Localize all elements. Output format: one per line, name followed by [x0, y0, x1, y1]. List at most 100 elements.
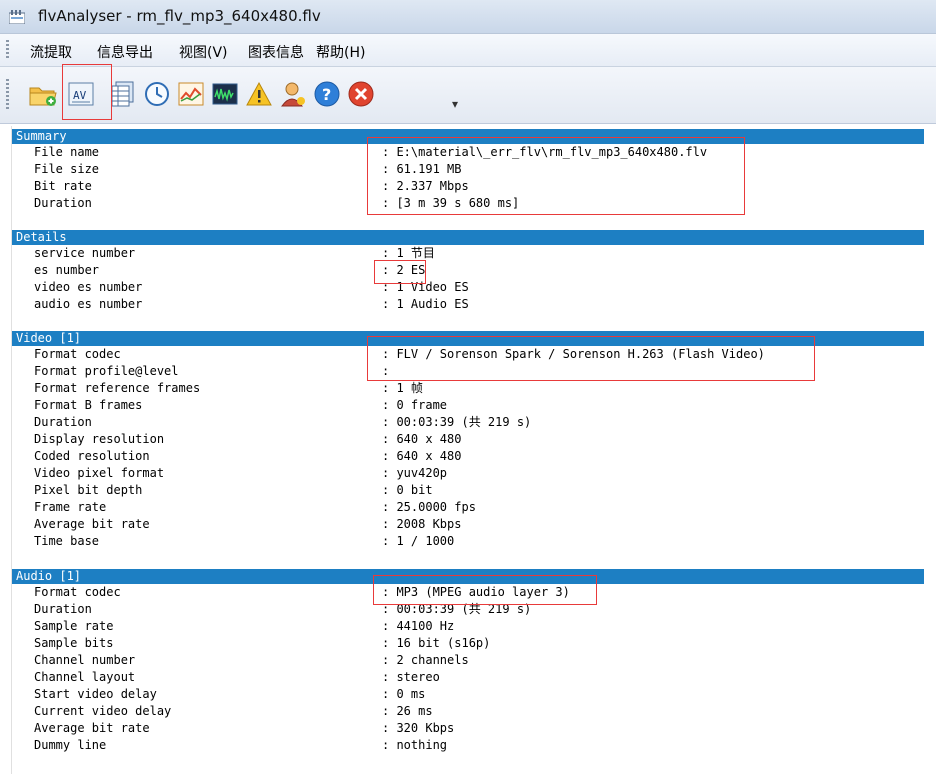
menu-stream-extract[interactable]: 流提取: [30, 42, 72, 62]
video-row: Format codec: FLV / Sorenson Spark / Sor…: [12, 346, 924, 363]
row-value: :: [382, 364, 390, 378]
app-icon: [8, 9, 26, 25]
summary-row: Duration : [3 m 39 s 680 ms]: [12, 195, 924, 212]
audio-row: Channel number: 2 channels: [12, 652, 924, 669]
row-value: : 16 bit (s16p): [382, 636, 491, 650]
row-key: video es number: [34, 280, 143, 294]
summary-header: Summary: [12, 129, 924, 144]
video-row: Format profile@level:: [12, 363, 924, 380]
user-icon: [281, 82, 305, 107]
row-value: : 1 节目: [382, 246, 435, 260]
row-key: Start video delay: [34, 687, 157, 701]
open-folder-icon: [29, 87, 57, 106]
row-value: : 2 ES: [382, 263, 426, 277]
row-value: : 2008 Kbps: [382, 517, 462, 531]
row-value: : [3 m 39 s 680 ms]: [382, 196, 520, 210]
row-value: : 2.337 Mbps: [382, 179, 469, 193]
table-button[interactable]: [108, 79, 138, 109]
row-value: : 1 Audio ES: [382, 297, 469, 311]
row-value: : 1 帧: [382, 381, 423, 395]
av-button[interactable]: AV: [66, 79, 96, 109]
details-row: service number: 1 节目: [12, 245, 924, 262]
menu-grip: [6, 40, 9, 60]
row-key: Channel layout: [34, 670, 136, 684]
row-key: Average bit rate: [34, 517, 150, 531]
row-key: Dummy line: [34, 738, 107, 752]
row-key: File name: [34, 145, 100, 159]
details-header: Details: [12, 230, 924, 245]
menu-info-export[interactable]: 信息导出: [97, 42, 153, 62]
video-row: Format B frames: 0 frame: [12, 397, 924, 414]
row-value: : nothing: [382, 738, 448, 752]
clock-button[interactable]: [142, 79, 172, 109]
video-row: Pixel bit depth : 0 bit: [12, 482, 924, 499]
av-icon: AV: [68, 82, 94, 106]
video-header: Video [1]: [12, 331, 924, 346]
menu-chart-info[interactable]: 图表信息: [248, 42, 304, 62]
audio-row: Average bit rate : 320 Kbps: [12, 720, 924, 737]
info-panel: Summary File name : E:\material\_err_flv\…: [11, 126, 924, 774]
row-value: : 640 x 480: [382, 449, 462, 463]
warning-icon: [246, 81, 272, 106]
chart-button[interactable]: [176, 79, 206, 109]
row-value: : MP3 (MPEG audio layer 3): [382, 585, 570, 599]
av-icon-label: AV: [73, 89, 87, 102]
table-icon: [111, 81, 134, 107]
warning-button[interactable]: [244, 79, 274, 109]
row-value: : 0 bit: [382, 483, 433, 497]
row-value: : FLV / Sorenson Spark / Sorenson H.263 …: [382, 347, 765, 361]
row-key: Current video delay: [34, 704, 172, 718]
row-value: : 1 Video ES: [382, 280, 469, 294]
menu-view[interactable]: 视图(V): [179, 42, 228, 62]
row-key: Sample bits: [34, 636, 114, 650]
row-value: : 640 x 480: [382, 432, 462, 446]
user-button[interactable]: [278, 79, 308, 109]
row-key: es number: [34, 263, 100, 277]
spectrum-button[interactable]: [210, 79, 240, 109]
details-row: video es number : 1 Video ES: [12, 279, 924, 296]
row-value: : E:\material\_err_flv\rm_flv_mp3_640x48…: [382, 145, 708, 159]
help-icon-label: ?: [322, 85, 331, 104]
toolbar-overflow-icon[interactable]: ▾: [452, 97, 458, 111]
toolbar: AV ? ▾: [0, 67, 936, 124]
audio-row: Channel layout : stereo: [12, 669, 924, 686]
exit-button[interactable]: [346, 79, 376, 109]
row-value: : 1 / 1000: [382, 534, 455, 548]
row-key: Coded resolution: [34, 449, 150, 463]
row-key: Sample rate: [34, 619, 114, 633]
row-key: audio es number: [34, 297, 143, 311]
row-key: Channel number: [34, 653, 136, 667]
row-key: Average bit rate: [34, 721, 150, 735]
chart-icon: [178, 82, 204, 106]
exit-icon: [348, 81, 374, 107]
audio-row: Duration: 00:03:39 (共 219 s): [12, 601, 924, 618]
row-key: Duration: [34, 196, 92, 210]
row-key: Pixel bit depth: [34, 483, 143, 497]
help-button[interactable]: ?: [312, 79, 342, 109]
menu-help[interactable]: 帮助(H): [316, 42, 365, 62]
audio-row: Sample rate: 44100 Hz: [12, 618, 924, 635]
window-title: flvAnalyser - rm_flv_mp3_640x480.flv: [38, 7, 321, 25]
row-value: : 26 ms: [382, 704, 433, 718]
open-folder-button[interactable]: [28, 79, 58, 109]
details-row: es number : 2 ES: [12, 262, 924, 279]
audio-header: Audio [1]: [12, 569, 924, 584]
audio-row: Format codec: MP3 (MPEG audio layer 3): [12, 584, 924, 601]
spectrum-icon: [212, 83, 238, 105]
row-value: : 320 Kbps: [382, 721, 455, 735]
row-value: : 25.0000 fps: [382, 500, 476, 514]
details-row: audio es number : 1 Audio ES: [12, 296, 924, 313]
video-row: Duration: 00:03:39 (共 219 s): [12, 414, 924, 431]
video-row: Format reference frames: 1 帧: [12, 380, 924, 397]
row-key: Duration: [34, 602, 92, 616]
row-value: : yuv420p: [382, 466, 448, 480]
audio-row: Sample bits : 16 bit (s16p): [12, 635, 924, 652]
row-value: : stereo: [382, 670, 440, 684]
audio-row: Dummy line : nothing: [12, 737, 924, 754]
row-key: Video pixel format: [34, 466, 165, 480]
row-value: : 00:03:39 (共 219 s): [382, 415, 532, 429]
row-key: Frame rate: [34, 500, 107, 514]
video-row: Time base: 1 / 1000: [12, 533, 924, 550]
video-row: Coded resolution : 640 x 480: [12, 448, 924, 465]
clock-icon: [145, 82, 169, 106]
